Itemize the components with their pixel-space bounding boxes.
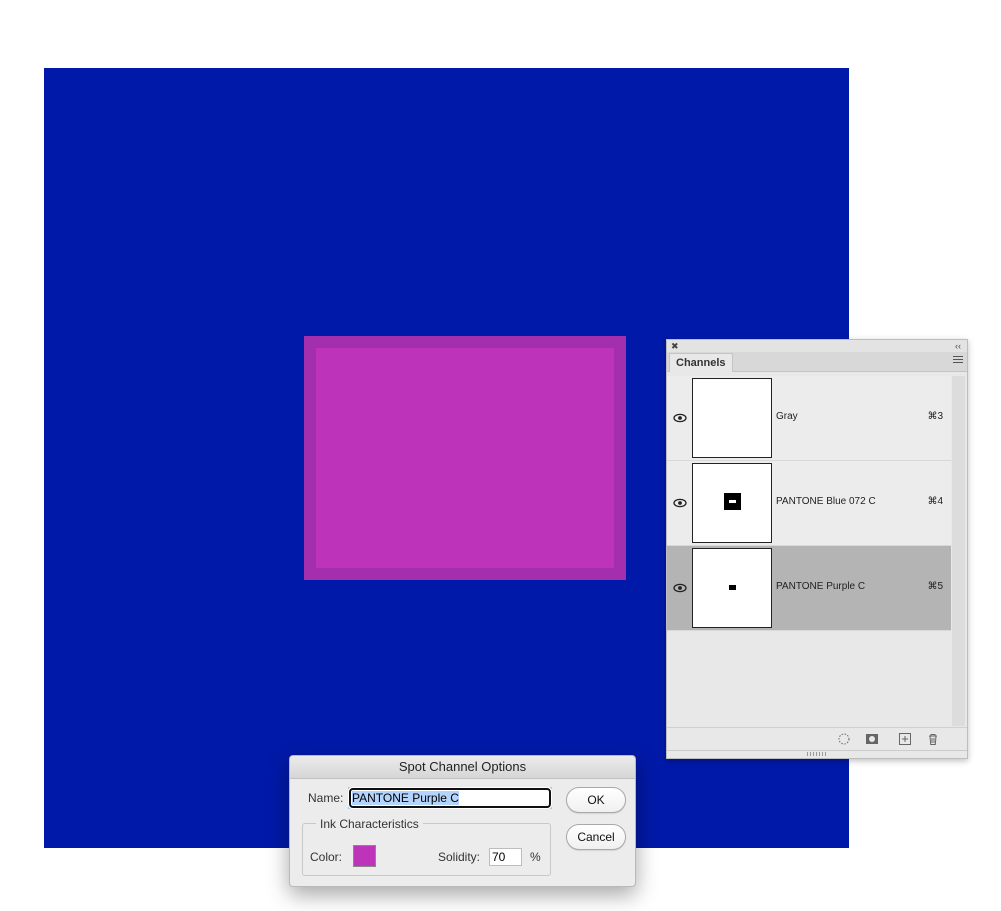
channels-panel: ✖ ‹‹ Channels Gray ⌘3 PANTONE Blue 072 C… <box>666 339 968 759</box>
panel-footer <box>667 727 967 750</box>
name-label: Name: <box>308 791 344 805</box>
channel-thumbnail <box>692 378 772 458</box>
spot-channel-options-dialog: Spot Channel Options Name: Ink Character… <box>289 755 636 887</box>
spot-color-inner-rect <box>316 348 614 568</box>
channel-list: Gray ⌘3 PANTONE Blue 072 C ⌘4 PANTONE Pu… <box>667 376 951 631</box>
solidity-label: Solidity: <box>438 850 481 864</box>
channel-shortcut: ⌘5 <box>927 581 943 592</box>
cancel-button[interactable]: Cancel <box>566 824 626 850</box>
eye-icon[interactable] <box>673 582 687 594</box>
close-icon[interactable]: ✖ <box>671 340 679 352</box>
solidity-input[interactable] <box>489 848 522 866</box>
channel-thumbnail <box>692 548 772 628</box>
eye-icon[interactable] <box>673 412 687 424</box>
panel-tab-bar: Channels <box>667 352 967 372</box>
new-channel-icon[interactable] <box>898 732 912 746</box>
ok-button[interactable]: OK <box>566 787 626 813</box>
ink-characteristics-label: Ink Characteristics <box>316 817 423 831</box>
channel-thumbnail <box>692 463 772 543</box>
dialog-title: Spot Channel Options <box>290 756 635 779</box>
save-selection-icon[interactable] <box>865 732 879 746</box>
delete-channel-icon[interactable] <box>926 732 940 746</box>
channel-row-pantone-purple[interactable]: PANTONE Purple C ⌘5 <box>667 546 951 631</box>
tab-channels[interactable]: Channels <box>669 353 733 372</box>
color-label: Color: <box>310 850 343 864</box>
eye-icon[interactable] <box>673 497 687 509</box>
scrollbar[interactable] <box>952 376 965 726</box>
load-selection-icon[interactable] <box>837 732 851 746</box>
channel-row-pantone-blue[interactable]: PANTONE Blue 072 C ⌘4 <box>667 461 951 546</box>
solidity-unit: % <box>530 850 541 864</box>
name-input[interactable] <box>348 787 552 809</box>
channel-name: PANTONE Purple C <box>776 581 866 592</box>
channel-shortcut: ⌘4 <box>927 496 943 507</box>
panel-title-bar: ✖ ‹‹ <box>667 340 967 352</box>
hamburger-menu-icon[interactable] <box>953 356 963 366</box>
double-chevron-left-icon[interactable]: ‹‹ <box>955 340 961 352</box>
channel-shortcut: ⌘3 <box>927 411 943 422</box>
channel-row-gray[interactable]: Gray ⌘3 <box>667 376 951 461</box>
channel-name: PANTONE Blue 072 C <box>776 496 876 507</box>
panel-resize-handle[interactable] <box>667 750 967 759</box>
channel-name: Gray <box>776 411 798 422</box>
color-swatch[interactable] <box>353 845 376 867</box>
